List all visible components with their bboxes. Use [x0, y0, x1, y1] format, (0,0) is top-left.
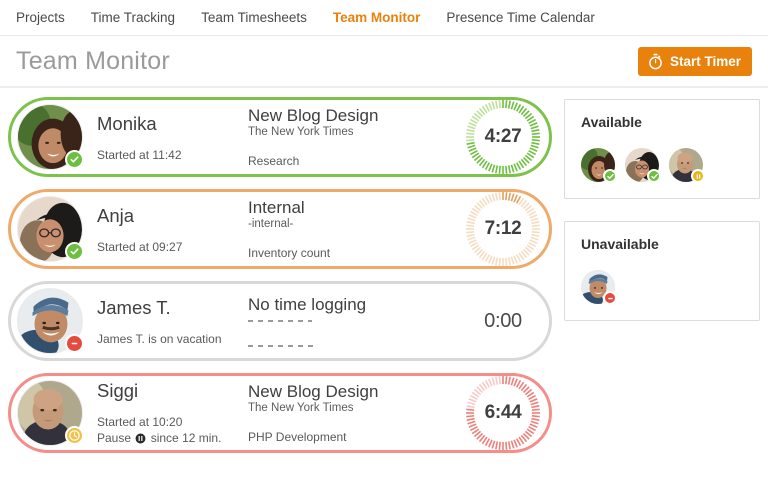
- project-name: Internal: [248, 199, 463, 218]
- unavailable-panel-title: Unavailable: [581, 236, 743, 252]
- status-badge-check: [647, 169, 661, 183]
- member-status-note: Started at 09:27: [97, 239, 248, 255]
- nav-item-team-monitor[interactable]: Team Monitor: [333, 10, 421, 25]
- member-status-note: Started at 11:42: [97, 147, 248, 163]
- available-panel: Available: [564, 99, 760, 199]
- available-avatar-list: [581, 148, 743, 182]
- member-project-info: Internal -internal- Inventory count: [248, 198, 463, 261]
- avatar: [17, 104, 83, 170]
- member-name: Siggi: [97, 380, 248, 401]
- member-project-info: No time logging: [248, 295, 463, 347]
- status-badge-check: [65, 242, 84, 261]
- unavailable-avatar-list: [581, 270, 743, 304]
- status-badge-check: [65, 150, 84, 169]
- member-status-note: Started at 10:20: [97, 414, 248, 430]
- status-badge-minus: [603, 291, 617, 305]
- table-row[interactable]: Anja Started at 09:27 Internal -internal…: [8, 189, 552, 269]
- project-name: No time logging: [248, 296, 463, 315]
- task-name: PHP Development: [248, 430, 463, 444]
- avatar: [17, 288, 83, 354]
- status-badge-check: [603, 169, 617, 183]
- placeholder-dash-line: [248, 345, 316, 347]
- timer-dial: 6:44: [463, 373, 543, 453]
- task-name: Research: [248, 154, 463, 168]
- status-sidebar: Available: [564, 97, 760, 500]
- pause-duration: since 12 min.: [151, 431, 222, 445]
- avatar: [17, 380, 83, 446]
- elapsed-time: 7:12: [485, 218, 522, 240]
- available-panel-title: Available: [581, 114, 743, 130]
- placeholder-dash-line: [248, 320, 312, 322]
- member-project-info: New Blog Design The New York Times Resea…: [248, 106, 463, 169]
- unavailable-panel: Unavailable: [564, 221, 760, 321]
- table-row[interactable]: James T. James T. is on vacation No time…: [8, 281, 552, 361]
- status-badge-minus: [65, 334, 84, 353]
- nav-item-projects[interactable]: Projects: [16, 10, 65, 25]
- main-navigation: Projects Time Tracking Team Timesheets T…: [0, 0, 768, 36]
- pause-circle-icon: [135, 432, 146, 448]
- list-item[interactable]: [581, 148, 615, 182]
- member-project-info: New Blog Design The New York Times PHP D…: [248, 382, 463, 445]
- table-row[interactable]: Siggi Started at 10:20 Pause since 12 mi…: [8, 373, 552, 453]
- task-name: Inventory count: [248, 246, 463, 260]
- nav-item-time-tracking[interactable]: Time Tracking: [91, 10, 175, 25]
- member-pause-note: Pause since 12 min.: [97, 430, 248, 448]
- list-item[interactable]: [669, 148, 703, 182]
- timer-dial: 4:27: [463, 97, 543, 177]
- elapsed-time: 6:44: [485, 402, 522, 424]
- main-content: Monika Started at 11:42 New Blog Design …: [0, 88, 768, 500]
- team-member-list: Monika Started at 11:42 New Blog Design …: [8, 97, 552, 500]
- nav-item-team-timesheets[interactable]: Team Timesheets: [201, 10, 307, 25]
- project-name: New Blog Design: [248, 107, 463, 126]
- start-timer-label: Start Timer: [670, 54, 741, 69]
- project-client: -internal-: [248, 217, 463, 232]
- member-name: James T.: [97, 297, 248, 318]
- project-client: The New York Times: [248, 125, 463, 140]
- member-status-note: James T. is on vacation: [97, 331, 248, 347]
- list-item[interactable]: [581, 270, 615, 304]
- elapsed-time: 4:27: [485, 126, 522, 148]
- page-header: Team Monitor Start Timer: [0, 36, 768, 88]
- member-identity: Siggi Started at 10:20 Pause since 12 mi…: [83, 378, 248, 449]
- elapsed-time: 0:00: [484, 310, 522, 333]
- nav-item-presence-time-calendar[interactable]: Presence Time Calendar: [446, 10, 595, 25]
- pause-label: Pause: [97, 431, 131, 445]
- status-badge-pause: [691, 169, 705, 183]
- member-identity: James T. James T. is on vacation: [83, 295, 248, 347]
- project-client: The New York Times: [248, 401, 463, 416]
- member-identity: Monika Started at 11:42: [83, 111, 248, 163]
- list-item[interactable]: [625, 148, 659, 182]
- page-title: Team Monitor: [16, 47, 170, 76]
- project-name: New Blog Design: [248, 383, 463, 402]
- member-name: Anja: [97, 205, 248, 226]
- avatar: [17, 196, 83, 262]
- status-badge-clock: [65, 426, 84, 445]
- timer-dial: 0:00: [463, 281, 543, 361]
- member-name: Monika: [97, 113, 248, 134]
- stopwatch-icon: [647, 53, 664, 70]
- timer-dial: 7:12: [463, 189, 543, 269]
- start-timer-button[interactable]: Start Timer: [638, 47, 752, 76]
- table-row[interactable]: Monika Started at 11:42 New Blog Design …: [8, 97, 552, 177]
- member-identity: Anja Started at 09:27: [83, 203, 248, 255]
